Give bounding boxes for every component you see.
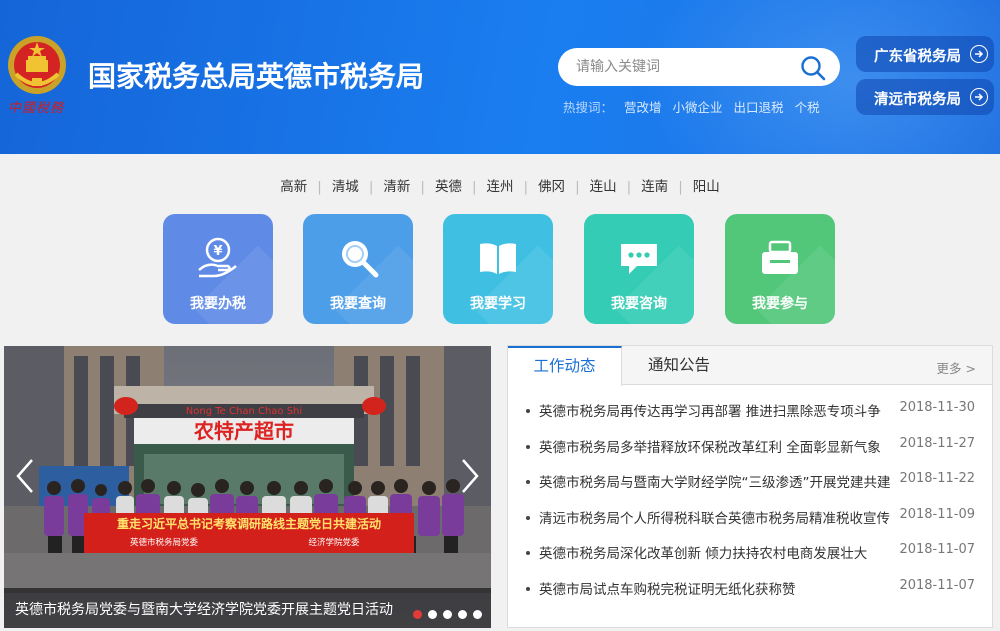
bullet-icon xyxy=(526,515,530,520)
news-item[interactable]: 英德市局试点车购税完税证明无纸化获称赞 2018-11-07 xyxy=(508,578,992,614)
carousel-caption-bar: 英德市税务局党委与暨南大学经济学院党委开展主题党日活动 xyxy=(4,588,491,628)
news-date: 2018-11-07 xyxy=(899,577,975,593)
service-tile-query[interactable]: 我要查询 xyxy=(303,214,413,324)
news-panel: 工作动态 通知公告 更多 > 英德市税务局再传达再学习再部署 推进扫黑除恶专项斗… xyxy=(507,345,993,628)
city-link[interactable]: 连南 xyxy=(631,175,678,195)
news-tabbar: 工作动态 通知公告 更多 > xyxy=(508,346,992,386)
search-input[interactable] xyxy=(576,56,786,78)
news-title[interactable]: 英德市税务局多举措释放环保税改革红利 全面彰显新气象 xyxy=(539,436,891,456)
news-title[interactable]: 英德市税务局再传达再学习再部署 推进扫黑除恶专项斗争 xyxy=(539,400,891,420)
city-link[interactable]: 高新 xyxy=(270,175,317,195)
site-header: 中國稅務 国家税务总局英德市税务局 热搜词： 营改增小微企业出口退税个税 广东省税… xyxy=(0,0,1000,154)
news-item[interactable]: 英德市税务局再传达再学习再部署 推进扫黑除恶专项斗争 2018-11-30 xyxy=(508,400,992,436)
bullet-icon xyxy=(526,551,530,555)
carousel-dot[interactable] xyxy=(428,610,437,619)
bullet-icon xyxy=(526,480,530,484)
bullet-icon xyxy=(526,444,530,449)
news-item[interactable]: 清远市税务局个人所得税科联合英德市税务局精准税收宣传 2018-11-09 xyxy=(508,507,992,543)
news-title[interactable]: 清远市税务局个人所得税科联合英德市税务局精准税收宣传 xyxy=(539,507,891,527)
bullet-icon xyxy=(526,409,530,413)
carousel-dot[interactable] xyxy=(458,610,467,619)
news-date: 2018-11-22 xyxy=(899,471,975,486)
hot-keyword[interactable]: 营改增 xyxy=(624,100,662,115)
arrow-right-icon xyxy=(970,45,988,63)
news-carousel[interactable]: Nong Te Chan Chao Shi 农特产超市 重走习近平总书记考察调研… xyxy=(4,346,491,628)
city-link[interactable]: 佛冈 xyxy=(528,175,575,195)
news-item[interactable]: 英德市税务局深化改革创新 倾力扶持农村电商发展壮大 2018-11-07 xyxy=(508,542,992,578)
carousel-next-icon[interactable] xyxy=(459,456,481,496)
city-link[interactable]: 清新 xyxy=(373,175,420,195)
banner-right: 经济学院党委 xyxy=(308,537,360,548)
search-icon[interactable] xyxy=(800,55,826,81)
news-title[interactable]: 英德市局试点车购税完税证明无纸化获称赞 xyxy=(539,578,891,598)
service-tile-study[interactable]: 我要学习 xyxy=(443,214,553,324)
tab-notices[interactable]: 通知公告 xyxy=(622,346,736,385)
tab-work-news[interactable]: 工作动态 xyxy=(508,346,622,386)
news-date: 2018-11-30 xyxy=(899,400,975,415)
shop-sign-pinyin: Nong Te Chan Chao Shi xyxy=(186,406,302,417)
service-tile-tax[interactable]: ¥ 我要办税 xyxy=(163,214,273,324)
city-link[interactable]: 英德 xyxy=(425,175,472,195)
hot-keywords: 热搜词： 营改增 小微企业 出口退税 个税 xyxy=(563,97,831,116)
guangdong-tax-link[interactable]: 广东省税务局 xyxy=(856,36,994,72)
news-item[interactable]: 英德市税务局多举措释放环保税改革红利 全面彰显新气象 2018-11-27 xyxy=(508,436,992,472)
region-link-label: 清远市税务局 xyxy=(874,92,961,108)
news-item[interactable]: 英德市税务局与暨南大学财经学院“三级渗透”开展党建共建 2018-11-22 xyxy=(508,471,992,507)
banner-text: 重走习近平总书记考察调研路线主题党日共建活动 xyxy=(117,516,381,531)
carousel-dot[interactable] xyxy=(413,610,422,619)
carousel-caption[interactable]: 英德市税务局党委与暨南大学经济学院党委开展主题党日活动 xyxy=(15,599,405,619)
qingyuan-tax-link[interactable]: 清远市税务局 xyxy=(856,79,994,115)
city-link[interactable]: 连山 xyxy=(580,175,627,195)
carousel-photo: Nong Te Chan Chao Shi 农特产超市 重走习近平总书记考察调研… xyxy=(4,346,491,628)
news-date: 2018-11-27 xyxy=(899,435,975,451)
hot-label: 热搜词： xyxy=(563,100,614,115)
service-tile-label: 我要办税 xyxy=(190,296,246,312)
service-tile-label: 我要参与 xyxy=(752,296,808,312)
shop-sign: 农特产超市 xyxy=(193,419,294,443)
region-link-label: 广东省税务局 xyxy=(874,49,961,65)
banner-left: 英德市税务局党委 xyxy=(130,537,199,548)
service-tile-label: 我要学习 xyxy=(470,296,526,312)
tax-payment-icon: ¥ xyxy=(198,237,237,278)
hot-keyword[interactable]: 出口退税 xyxy=(734,100,784,115)
arrow-right-icon xyxy=(970,88,988,106)
news-list: 英德市税务局再传达再学习再部署 推进扫黑除恶专项斗争 2018-11-30 英德市… xyxy=(508,400,992,613)
carousel-dot[interactable] xyxy=(443,610,452,619)
carousel-dot[interactable] xyxy=(473,610,482,619)
site-title: 国家税务总局英德市税务局 xyxy=(88,60,425,93)
city-link[interactable]: 连州 xyxy=(477,175,524,195)
emblem-script-logo: 中國稅務 xyxy=(8,101,65,116)
bullet-icon xyxy=(526,586,530,591)
national-emblem-icon xyxy=(8,36,66,94)
participate-icon xyxy=(762,240,798,274)
news-date: 2018-11-09 xyxy=(899,506,975,522)
news-title[interactable]: 英德市税务局与暨南大学财经学院“三级渗透”开展党建共建 xyxy=(539,471,891,491)
service-tile-label: 我要咨询 xyxy=(611,296,667,312)
service-tile-consult[interactable]: 我要咨询 xyxy=(584,214,694,324)
book-icon xyxy=(480,243,516,274)
chat-icon xyxy=(621,244,657,274)
city-nav: 高新 | 清城 | 清新 | 英德 | 连州 | 佛冈 | 连山 | 连南 | 阳山 xyxy=(0,175,1000,195)
hot-keyword[interactable]: 个税 xyxy=(795,100,820,115)
news-date: 2018-11-07 xyxy=(899,542,975,557)
search-box xyxy=(558,48,840,86)
news-title[interactable]: 英德市税务局深化改革创新 倾力扶持农村电商发展壮大 xyxy=(539,542,891,562)
more-link[interactable]: 更多 > xyxy=(937,358,976,377)
city-link[interactable]: 阳山 xyxy=(683,175,730,195)
svg-text:¥: ¥ xyxy=(213,244,222,259)
service-tile-label: 我要查询 xyxy=(330,296,386,312)
carousel-prev-icon[interactable] xyxy=(14,456,36,496)
hot-keyword[interactable]: 小微企业 xyxy=(673,100,723,115)
service-tile-participate[interactable]: 我要参与 xyxy=(725,214,835,324)
carousel-dots xyxy=(407,604,482,623)
search-query-icon xyxy=(342,241,379,278)
city-link[interactable]: 清城 xyxy=(322,175,369,195)
